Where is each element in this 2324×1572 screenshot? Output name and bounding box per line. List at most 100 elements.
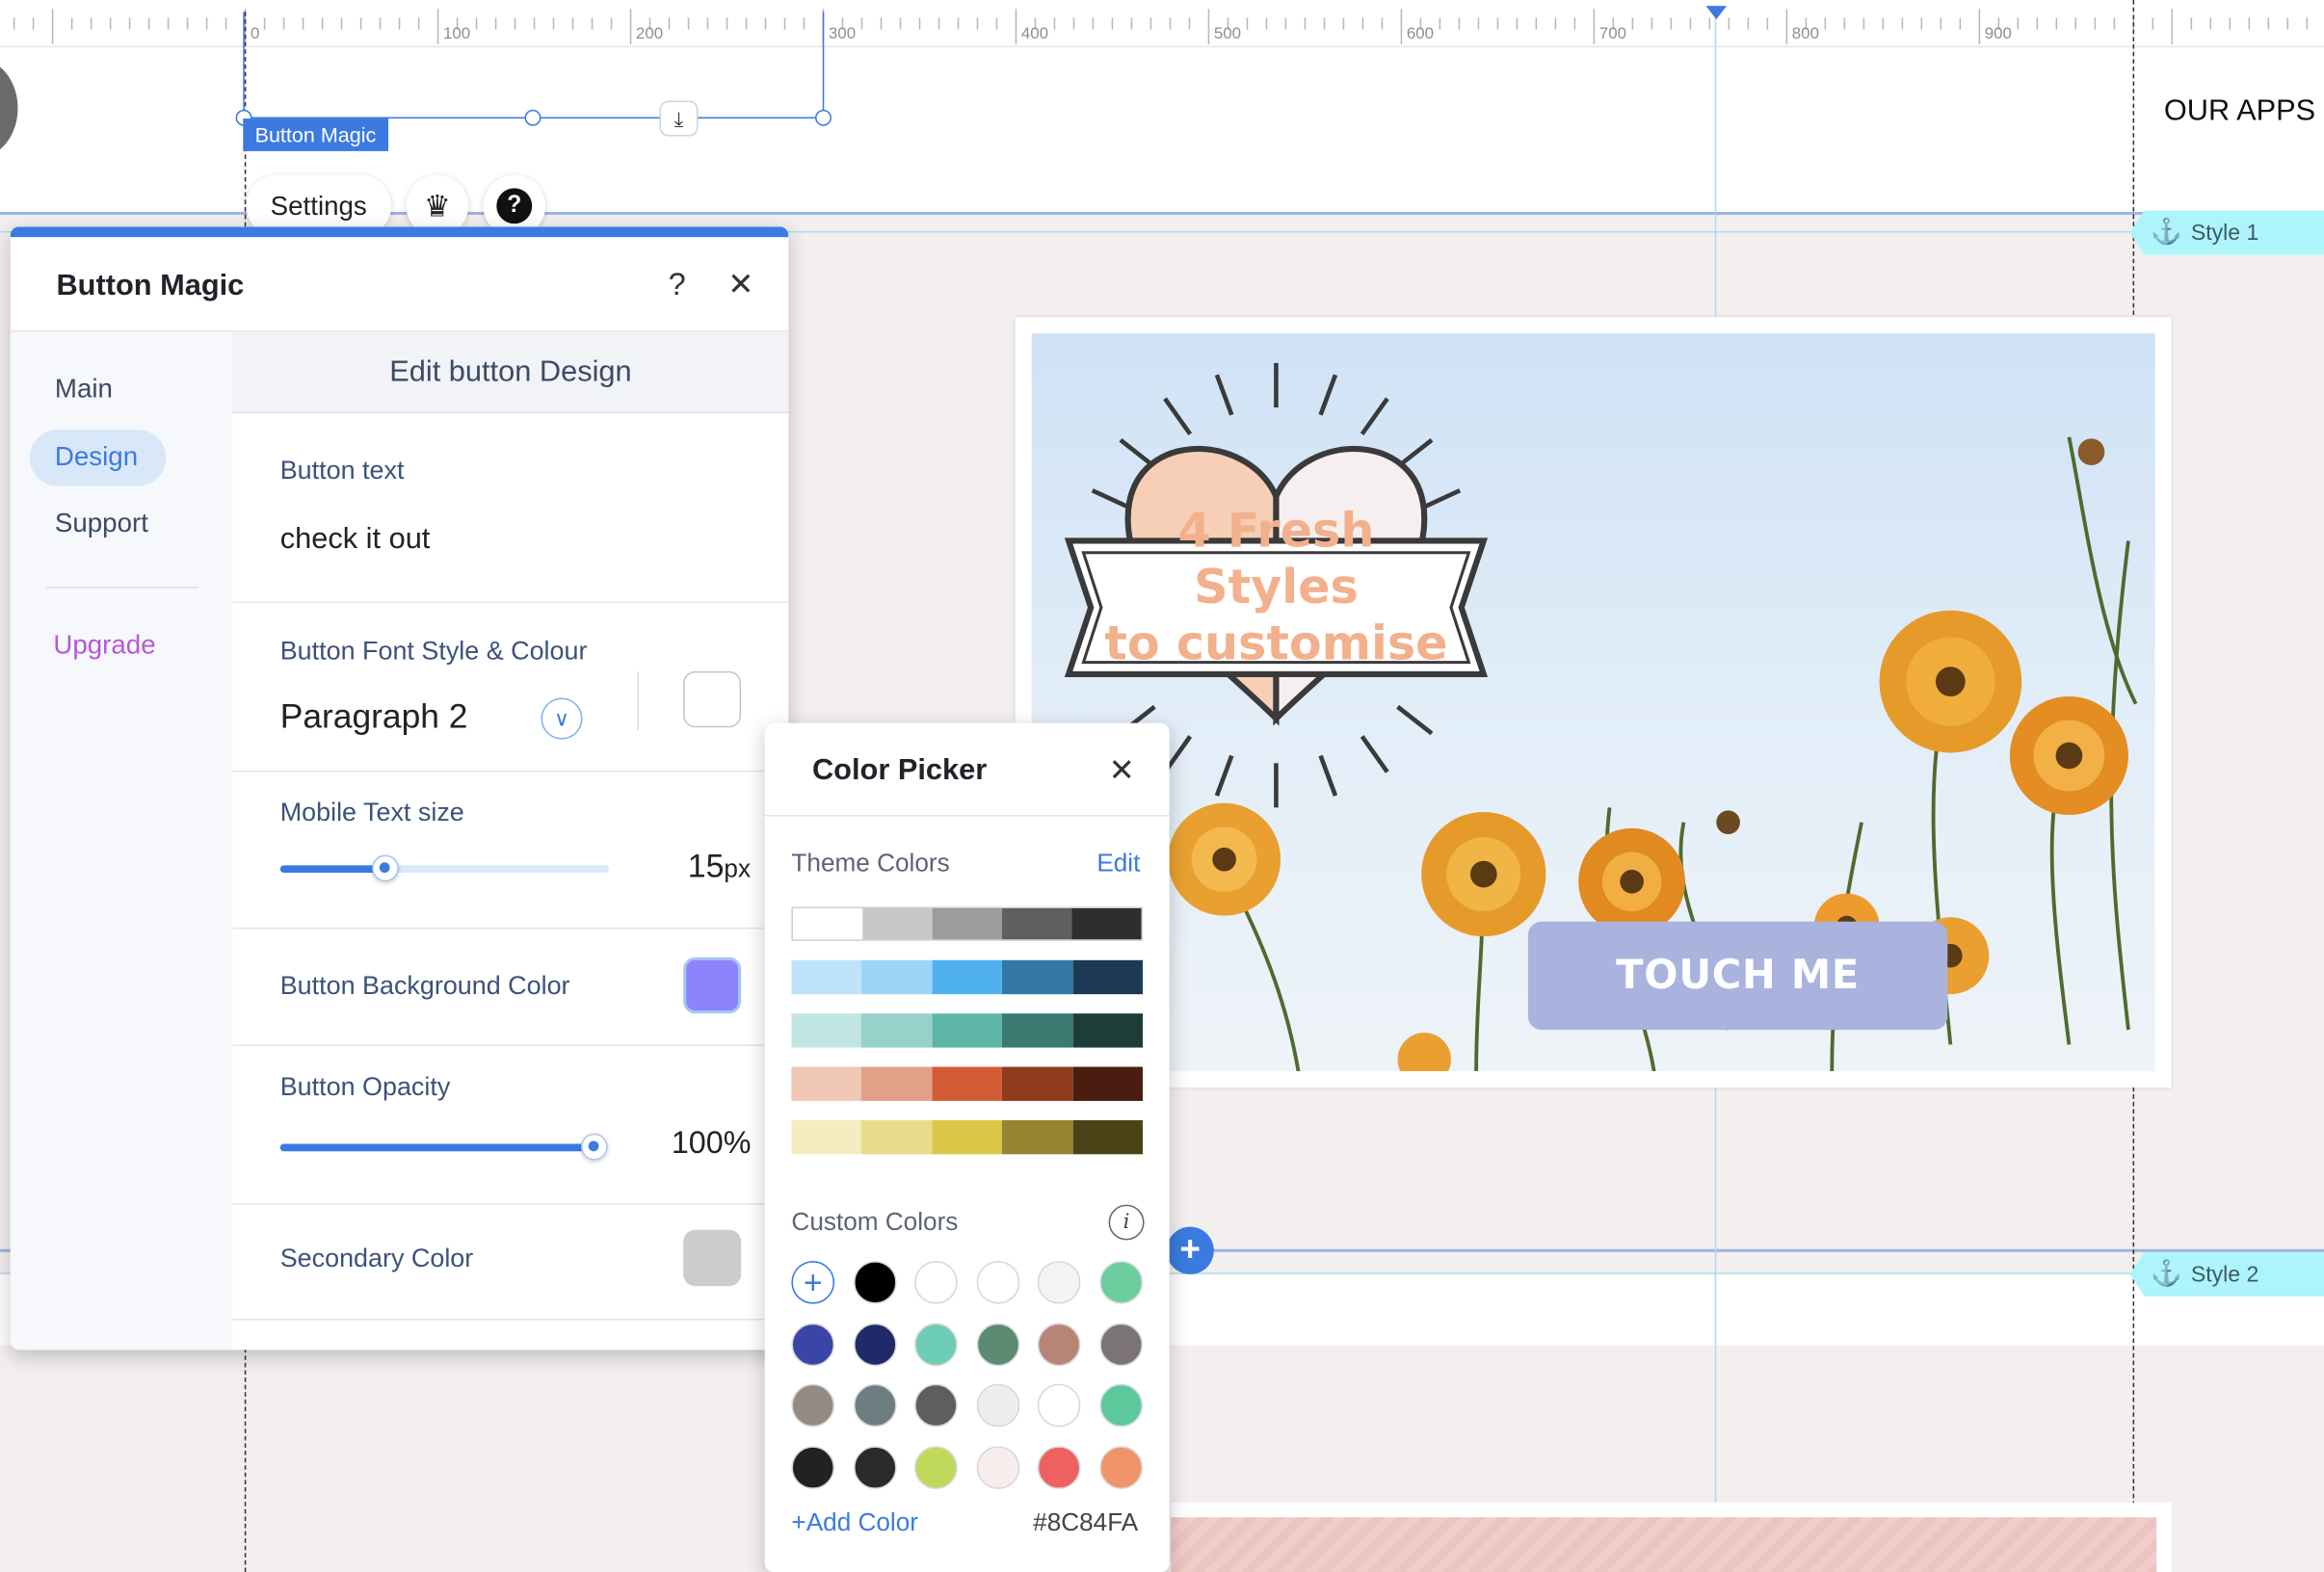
custom-color-swatch[interactable] <box>914 1383 958 1428</box>
custom-color-swatch[interactable] <box>791 1445 835 1489</box>
custom-color-swatch[interactable] <box>791 1322 835 1366</box>
theme-color-swatch[interactable] <box>1072 959 1144 995</box>
theme-color-swatch[interactable] <box>932 1119 1003 1155</box>
selected-element-tag[interactable]: Button Magic <box>243 118 388 151</box>
custom-color-swatch[interactable] <box>975 1383 1019 1428</box>
custom-color-swatch[interactable] <box>1098 1383 1143 1428</box>
theme-color-swatch[interactable] <box>1072 1119 1144 1155</box>
custom-color-swatch[interactable] <box>1037 1445 1081 1489</box>
resize-handle[interactable] <box>815 109 832 126</box>
button-text-input[interactable]: check it out <box>280 523 431 557</box>
anchor-style-1[interactable]: ⚓ Style 1 <box>2129 210 2324 255</box>
theme-color-swatch[interactable] <box>1002 1013 1073 1048</box>
ruler-tick <box>1670 17 1673 30</box>
custom-color-swatch[interactable] <box>914 1445 958 1489</box>
opacity-slider[interactable] <box>279 1133 608 1161</box>
ruler-tick <box>1747 17 1750 30</box>
font-color-swatch[interactable] <box>683 670 742 728</box>
info-icon[interactable]: i <box>1108 1204 1145 1241</box>
custom-color-swatch[interactable] <box>853 1383 896 1428</box>
ruler-tick <box>1130 17 1133 30</box>
panel-header[interactable]: Button Magic ? ✕ <box>10 237 789 332</box>
theme-color-swatch[interactable] <box>791 1066 862 1101</box>
custom-color-swatch[interactable] <box>853 1261 896 1304</box>
ruler-tick <box>1824 17 1827 30</box>
font-style-label: Button Font Style & Colour <box>279 635 588 666</box>
close-icon[interactable]: ✕ <box>727 267 753 303</box>
custom-color-swatch[interactable] <box>1098 1261 1143 1304</box>
ruler-tick <box>1535 17 1538 30</box>
theme-color-swatch[interactable] <box>1001 907 1072 940</box>
help-icon[interactable]: ? <box>669 268 686 303</box>
custom-color-swatch[interactable] <box>914 1261 958 1304</box>
custom-color-swatch[interactable] <box>914 1322 958 1366</box>
theme-color-swatch[interactable] <box>932 1066 1003 1101</box>
theme-color-swatch[interactable] <box>861 1066 933 1101</box>
selected-element-frame[interactable] <box>243 12 825 119</box>
theme-color-swatch[interactable] <box>1002 1119 1073 1155</box>
custom-color-swatch[interactable] <box>853 1445 896 1489</box>
slider-handle[interactable] <box>372 854 399 882</box>
theme-color-swatch[interactable] <box>932 959 1003 995</box>
our-apps-text[interactable]: OUR APPS <box>2164 94 2315 128</box>
custom-color-swatch[interactable] <box>1098 1445 1143 1489</box>
opacity-label: Button Opacity <box>279 1071 451 1101</box>
font-dropdown-value[interactable]: Paragraph 2 <box>280 696 468 737</box>
ruler-tick <box>51 9 54 45</box>
custom-color-swatch[interactable] <box>1037 1261 1081 1304</box>
theme-color-swatch[interactable] <box>1002 1066 1073 1101</box>
theme-color-swatch[interactable] <box>791 1119 862 1155</box>
ruler-tick <box>2074 17 2077 30</box>
theme-color-swatch[interactable] <box>861 1013 933 1048</box>
resize-handle[interactable] <box>524 109 541 126</box>
ruler-label: 600 <box>1406 25 1435 43</box>
secondary-color-swatch[interactable] <box>683 1229 742 1287</box>
theme-color-swatch[interactable] <box>791 1013 862 1048</box>
add-color-link[interactable]: +Add Color <box>791 1508 918 1538</box>
nav-item-upgrade[interactable]: Upgrade <box>53 630 155 661</box>
mobile-size-slider[interactable] <box>279 854 610 882</box>
ruler-tick <box>70 17 73 30</box>
ruler-tick <box>976 17 979 30</box>
theme-color-swatch[interactable] <box>932 1013 1003 1048</box>
theme-color-swatch[interactable] <box>932 907 1002 940</box>
add-custom-color-icon[interactable]: + <box>791 1261 835 1304</box>
theme-color-swatch[interactable] <box>1002 959 1073 995</box>
next-strip-card[interactable] <box>1171 1502 2172 1572</box>
theme-color-swatch[interactable] <box>1072 1013 1144 1048</box>
touch-me-button[interactable]: TOUCH ME <box>1527 921 1948 1031</box>
theme-color-swatch[interactable] <box>862 907 933 940</box>
help-icon: ? <box>496 188 533 224</box>
divider <box>764 815 1170 817</box>
ruler-tick <box>1516 17 1519 30</box>
close-icon[interactable]: ✕ <box>1109 752 1135 789</box>
ruler-tick <box>2017 17 2020 30</box>
theme-color-swatch[interactable] <box>861 1119 933 1155</box>
nav-item-main[interactable]: Main <box>55 374 113 405</box>
theme-color-swatch[interactable] <box>1072 1066 1144 1101</box>
theme-color-swatch[interactable] <box>792 907 863 940</box>
nav-item-design[interactable]: Design <box>55 441 138 472</box>
nav-item-support[interactable]: Support <box>55 509 148 539</box>
slider-handle[interactable] <box>580 1133 608 1161</box>
theme-color-swatch[interactable] <box>861 959 933 995</box>
custom-color-swatch[interactable] <box>975 1445 1019 1489</box>
add-section-button[interactable]: + <box>1166 1226 1214 1274</box>
theme-color-swatch[interactable] <box>791 959 862 995</box>
hex-value[interactable]: #8C84FA <box>1033 1508 1138 1538</box>
anchor-style-2[interactable]: ⚓ Style 2 <box>2129 1251 2324 1297</box>
custom-color-swatch[interactable] <box>975 1322 1019 1366</box>
guide-marker-icon[interactable] <box>1705 6 1728 19</box>
custom-color-swatch[interactable] <box>1037 1383 1081 1428</box>
theme-color-swatch[interactable] <box>1071 907 1142 940</box>
bg-color-swatch[interactable] <box>683 956 742 1014</box>
stretch-icon[interactable]: ⤓ <box>659 100 699 137</box>
custom-color-swatch[interactable] <box>1098 1322 1143 1366</box>
custom-color-swatch[interactable] <box>791 1383 835 1428</box>
custom-color-swatch[interactable] <box>1037 1322 1081 1366</box>
ruler-tick <box>2094 17 2097 30</box>
edit-theme-link[interactable]: Edit <box>1096 849 1140 878</box>
custom-color-swatch[interactable] <box>975 1261 1019 1304</box>
chevron-down-icon[interactable]: ∨ <box>541 697 583 740</box>
custom-color-swatch[interactable] <box>853 1322 896 1366</box>
